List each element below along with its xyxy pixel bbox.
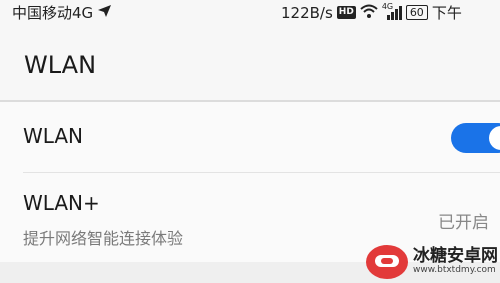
network-speed: 122B/s (281, 3, 333, 22)
hd-badge: HD (336, 6, 356, 19)
clock: 下午 (431, 4, 462, 22)
battery-level: 60 (409, 5, 424, 19)
status-right: 122B/s HD 4G 60 下午 (281, 2, 462, 23)
status-bar: 中国移动4G 122B/s HD 4G 60 下午 (0, 0, 500, 24)
wifi-icon (360, 4, 378, 22)
toggle-knob (489, 126, 500, 150)
watermark-texts: 冰糖安卓网 www.btxtdmy.com (413, 245, 498, 275)
wlan-plus-label: WLAN+ (23, 191, 100, 215)
page-title: WLAN (24, 51, 97, 79)
wlan-plus-description: 提升网络智能连接体验 (23, 229, 184, 248)
signal-network-label: 4G (381, 2, 394, 11)
wlan-plus-status: 已开启 (438, 213, 489, 233)
watermark-logo-icon (366, 244, 408, 279)
watermark-title: 冰糖安卓网 (413, 245, 498, 266)
watermark-url: www.btxtdmy.com (413, 264, 496, 275)
watermark: 冰糖安卓网 www.btxtdmy.com (366, 240, 500, 283)
settings-list: WLAN WLAN+ 提升网络智能连接体验 已开启 (0, 102, 500, 262)
status-left: 中国移动4G (12, 2, 112, 23)
wlan-label: WLAN (23, 124, 84, 148)
wlan-toggle[interactable] (451, 123, 500, 153)
location-arrow-icon (97, 4, 112, 22)
signal-icon: 4G (381, 2, 402, 20)
wlan-row[interactable]: WLAN (0, 102, 500, 172)
battery-icon: 60 (405, 5, 428, 20)
page-header: WLAN (0, 24, 500, 102)
carrier-label: 中国移动4G (12, 4, 94, 22)
